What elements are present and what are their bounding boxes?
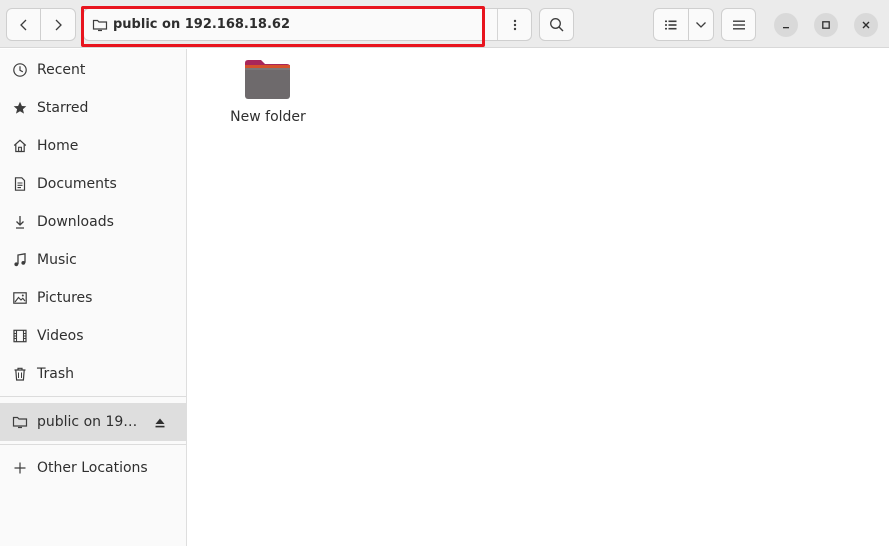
main-menu-button[interactable] <box>721 8 756 41</box>
video-icon <box>11 327 29 345</box>
hamburger-menu-icon <box>732 20 745 29</box>
chevron-right-icon <box>55 19 62 30</box>
sidebar-item-label: Starred <box>37 100 89 116</box>
sidebar-item-recent[interactable]: Recent <box>0 51 186 89</box>
location-label: public on 192.168.18.62 <box>113 17 290 32</box>
sidebar-item-label: Home <box>37 138 79 154</box>
trash-icon <box>11 365 29 383</box>
download-icon <box>11 213 29 231</box>
network-folder-icon <box>11 413 29 431</box>
location-crumb[interactable]: public on 192.168.18.62 <box>84 9 497 40</box>
file-view: New folder <box>188 49 889 546</box>
view-options-dropdown[interactable] <box>688 8 714 41</box>
minimize-button[interactable] <box>774 13 798 37</box>
vertical-dots-icon <box>513 19 517 30</box>
sidebar-item-label: Pictures <box>37 290 93 306</box>
sidebar-item-label: Other Locations <box>37 460 148 476</box>
sidebar-item-downloads[interactable]: Downloads <box>0 203 186 241</box>
folder-item[interactable]: New folder <box>224 55 312 131</box>
sidebar-item-label: Documents <box>37 176 117 192</box>
maximize-icon <box>822 21 830 29</box>
sidebar-item-network-mount[interactable]: public on 19… <box>0 403 186 441</box>
sidebar-item-label: Downloads <box>37 214 114 230</box>
eject-icon[interactable] <box>154 414 166 433</box>
search-button[interactable] <box>539 8 574 41</box>
list-view-icon <box>665 20 677 29</box>
sidebar-item-label: public on 19… <box>37 414 138 430</box>
header-bar: public on 192.168.18.62 <box>0 0 889 48</box>
path-bar: public on 192.168.18.62 <box>83 8 532 41</box>
sidebar-item-pictures[interactable]: Pictures <box>0 279 186 317</box>
sidebar-divider <box>0 444 186 445</box>
sidebar-item-label: Music <box>37 252 77 268</box>
list-view-button[interactable] <box>653 8 689 41</box>
sidebar-item-music[interactable]: Music <box>0 241 186 279</box>
sidebar-item-trash[interactable]: Trash <box>0 355 186 393</box>
sidebar-item-other-locations[interactable]: Other Locations <box>0 449 186 487</box>
sidebar-item-documents[interactable]: Documents <box>0 165 186 203</box>
close-icon <box>862 21 870 29</box>
star-icon <box>11 99 29 117</box>
chevron-left-icon <box>19 19 26 30</box>
close-button[interactable] <box>854 13 878 37</box>
plus-icon <box>11 459 29 477</box>
home-icon <box>11 137 29 155</box>
network-folder-icon <box>92 19 108 31</box>
sidebar-item-home[interactable]: Home <box>0 127 186 165</box>
maximize-button[interactable] <box>814 13 838 37</box>
folder-icon <box>245 60 290 99</box>
document-icon <box>11 175 29 193</box>
clock-icon <box>11 61 29 79</box>
sidebar-item-label: Recent <box>37 62 86 78</box>
minimize-icon <box>783 27 789 29</box>
back-button[interactable] <box>6 8 41 41</box>
picture-icon <box>11 289 29 307</box>
file-name-label: New folder <box>230 109 306 125</box>
sidebar: Recent Starred Home Documents Downloads … <box>0 49 187 546</box>
sidebar-item-label: Trash <box>37 366 74 382</box>
path-menu-button[interactable] <box>498 9 532 40</box>
sidebar-item-starred[interactable]: Starred <box>0 89 186 127</box>
chevron-down-icon <box>696 21 706 28</box>
search-icon <box>549 17 563 31</box>
sidebar-item-label: Videos <box>37 328 84 344</box>
sidebar-item-videos[interactable]: Videos <box>0 317 186 355</box>
forward-button[interactable] <box>40 8 76 41</box>
sidebar-divider <box>0 396 186 397</box>
music-icon <box>11 251 29 269</box>
